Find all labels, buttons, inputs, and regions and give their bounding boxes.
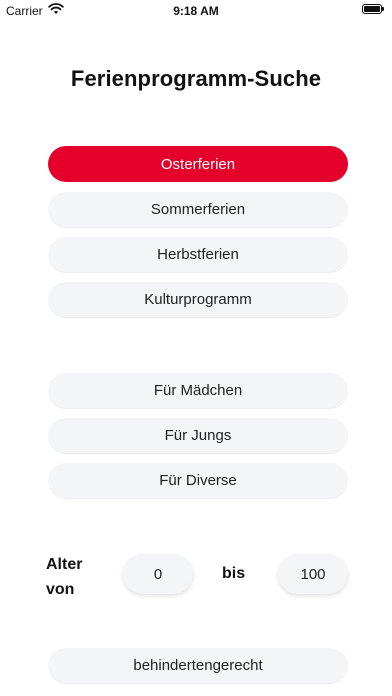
age-label-line2: von <box>46 581 75 598</box>
filter-sommerferien[interactable]: Sommerferien <box>48 192 348 228</box>
age-label: Alter von <box>46 552 82 602</box>
filter-fuer-jungs[interactable]: Für Jungs <box>48 418 348 454</box>
age-to-input[interactable]: 100 <box>278 554 348 594</box>
filter-fuer-maedchen[interactable]: Für Mädchen <box>48 373 348 409</box>
battery-icon <box>362 4 384 14</box>
age-label-line1: Alter <box>46 556 83 573</box>
filter-osterferien[interactable]: Osterferien <box>48 146 348 182</box>
status-bar: Carrier 9:18 AM <box>0 0 392 22</box>
age-to-label: bis <box>222 565 246 582</box>
age-from-input[interactable]: 0 <box>123 554 193 594</box>
filter-behindertengerecht[interactable]: behindertengerecht <box>48 648 348 684</box>
clock: 9:18 AM <box>173 4 219 18</box>
filter-herbstferien[interactable]: Herbstferien <box>48 237 348 273</box>
page-title: Ferienprogramm-Suche <box>70 66 322 91</box>
filter-kulturprogramm[interactable]: Kulturprogramm <box>48 282 348 318</box>
filter-fuer-diverse[interactable]: Für Diverse <box>48 463 348 499</box>
